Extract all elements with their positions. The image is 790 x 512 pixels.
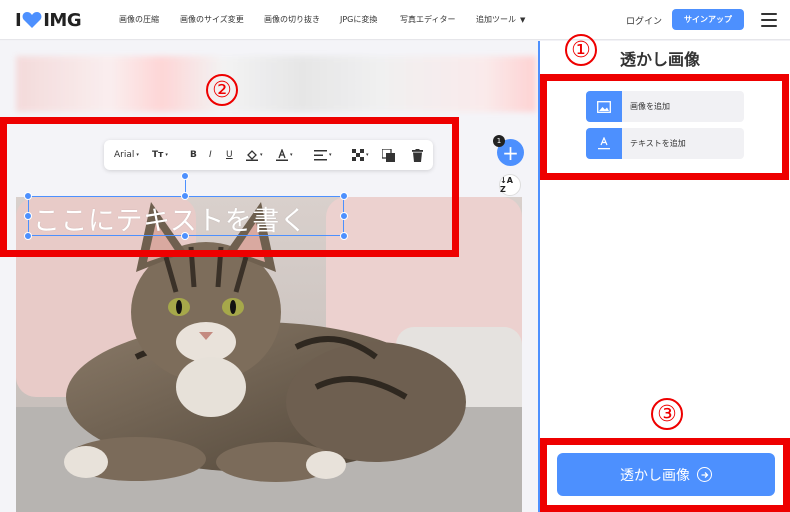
chevron-down-icon: ▼ <box>520 16 526 24</box>
login-link[interactable]: ログイン <box>626 14 662 27</box>
nav-compress-image[interactable]: 画像の圧縮 <box>119 14 159 25</box>
logo-letter-i: I <box>15 9 22 31</box>
signup-button[interactable]: サインアップ <box>672 9 744 30</box>
nav-more-tools-label: 追加ツール <box>476 15 516 24</box>
annotation-box-1 <box>540 74 789 180</box>
nav-convert-to-jpg[interactable]: JPGに変換 <box>340 14 377 25</box>
sort-layers-icon[interactable]: ↓A Z <box>499 174 521 196</box>
top-navbar: I IMG 画像の圧縮 画像のサイズ変更 画像の切り抜き JPGに変換 写真エデ… <box>0 0 790 40</box>
heart-logo-icon <box>22 12 42 28</box>
nav-more-tools[interactable]: 追加ツール ▼ <box>476 14 525 25</box>
annotation-number-2: ② <box>206 74 238 106</box>
sidebar-title: 透かし画像 <box>620 50 701 69</box>
layer-count-badge: 1 <box>493 135 505 147</box>
blurred-preview-strip <box>16 56 536 112</box>
ilovimg-logo[interactable]: I IMG <box>15 9 82 31</box>
logo-text-img: IMG <box>43 9 82 31</box>
hamburger-menu-icon[interactable] <box>761 13 777 27</box>
annotation-box-3 <box>540 438 790 512</box>
annotation-number-3: ③ <box>651 398 683 430</box>
nav-resize-image[interactable]: 画像のサイズ変更 <box>180 14 244 25</box>
nav-photo-editor[interactable]: 写真エディター <box>400 14 455 25</box>
annotation-box-2 <box>0 117 459 257</box>
annotation-number-1: ① <box>565 34 597 66</box>
nav-crop-image[interactable]: 画像の切り抜き <box>264 14 320 25</box>
